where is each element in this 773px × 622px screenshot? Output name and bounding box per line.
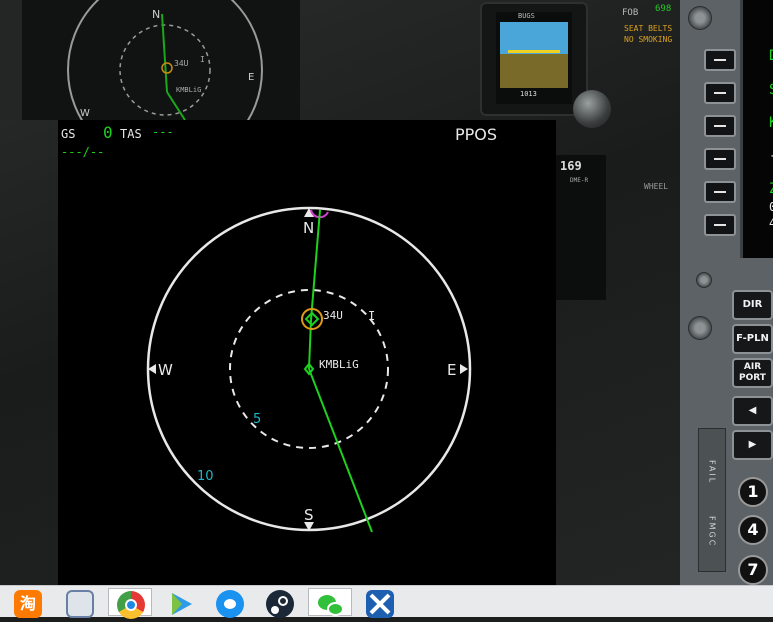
east-label: E <box>447 361 456 379</box>
navigation-display: GS 0 TAS --- ---/-- PPOS N S E W 5 10 34… <box>58 120 556 585</box>
line-select-key-6[interactable] <box>704 214 736 236</box>
ground-area <box>500 54 568 88</box>
line-select-key-1[interactable] <box>704 49 736 71</box>
east-marker <box>460 364 468 374</box>
wheel-label: WHEEL <box>644 182 669 191</box>
airport-label: KMBLiG <box>319 358 359 371</box>
calculator-icon <box>66 590 94 618</box>
flight-path-segment-south <box>308 368 373 533</box>
pfd-top-label: BUGS <box>518 12 535 20</box>
mcdu-screw-top <box>688 6 712 30</box>
speed-tape: 169 DME-R <box>556 155 606 300</box>
mcdu-panel: D S K - Z 0 4 DIR F-PLN AIR PORT ◀ ▶ FAI… <box>680 0 773 585</box>
arrow-down-icon: ▶ <box>748 439 757 450</box>
mcdu-line-5: Z <box>769 181 773 197</box>
mcdu-line-7: 4 <box>769 216 773 230</box>
slew-up-key[interactable]: ◀ <box>732 396 773 426</box>
line-select-key-5[interactable] <box>704 181 736 203</box>
line-select-key-4[interactable] <box>704 148 736 170</box>
waypoint-label: 34U <box>323 309 343 322</box>
taskbar-app-steam[interactable] <box>258 588 302 618</box>
standby-attitude-instrument: BUGS 1013 <box>480 2 588 116</box>
taskbar-app-chrome[interactable] <box>108 588 152 619</box>
mcdu-line-4: - <box>769 148 773 164</box>
speed-tape-top-value: 169 <box>560 159 582 173</box>
inner-range-label: 5 <box>253 412 261 427</box>
mcdu-line-1: D <box>769 48 773 64</box>
south-label: S <box>304 506 314 524</box>
mcdu-screw-small <box>696 272 712 288</box>
wechat-icon <box>317 591 345 619</box>
seatbelt-line1: SEAT BELTS <box>624 24 673 33</box>
background-navigation-display: N E W 34U I KMBLiG <box>0 0 300 120</box>
fob-label: FOB <box>622 8 639 18</box>
west-label: W <box>158 361 173 379</box>
line-select-key-3[interactable] <box>704 115 736 137</box>
arrow-up-icon: ◀ <box>748 405 757 416</box>
number-key-7[interactable]: 7 <box>738 555 768 585</box>
bg-waypoint-tail: I <box>200 55 205 64</box>
north-label: N <box>303 219 314 237</box>
taskbar-app-wechat[interactable] <box>308 588 352 616</box>
bg-airport-label: KMBLiG <box>176 86 201 94</box>
taskbar-app-calculator[interactable] <box>58 588 102 618</box>
chrome-icon <box>117 591 145 619</box>
taobao-icon: 淘 <box>14 590 42 618</box>
fail-label: FAIL <box>707 459 717 485</box>
slew-down-key[interactable]: ▶ <box>732 430 773 460</box>
taskbar-app-xplane[interactable] <box>358 588 402 618</box>
pfd-baro-readout: 1013 <box>520 90 537 98</box>
mcdu-screw-mid <box>688 316 712 340</box>
taskbar: 淘 <box>0 585 773 619</box>
line-select-key-2[interactable] <box>704 82 736 104</box>
taskbar-app-video[interactable] <box>208 588 252 618</box>
seatbelt-line2: NO SMOKING <box>624 35 673 44</box>
pfd-knob[interactable] <box>573 90 611 128</box>
outer-range-label: 10 <box>197 469 214 484</box>
taskbar-app-media-player[interactable] <box>158 588 202 616</box>
fail-indicator-strip: FAIL FMGC <box>698 428 726 572</box>
flight-path-segment-mid <box>308 319 312 370</box>
mcdu-screen: D S K - Z 0 4 <box>740 0 773 258</box>
flight-plan-key[interactable]: F-PLN <box>732 324 773 354</box>
number-key-1[interactable]: 1 <box>738 477 768 507</box>
fmgc-label: FMGC <box>707 516 717 548</box>
attitude-bar <box>508 50 560 53</box>
bg-north-label: N <box>152 8 160 21</box>
steam-icon <box>266 590 294 618</box>
mcdu-line-6: 0 <box>769 200 773 214</box>
taskbar-app-taobao[interactable]: 淘 <box>6 588 50 618</box>
airport-key[interactable]: AIR PORT <box>732 358 773 388</box>
dir-key[interactable]: DIR <box>732 290 773 320</box>
number-key-4[interactable]: 4 <box>738 515 768 545</box>
xplane-icon <box>366 590 394 618</box>
compass-rose: N S E W 5 10 34U I KMBLiG <box>146 206 472 533</box>
media-player-icon <box>166 590 194 618</box>
bg-west-label: W <box>80 108 90 119</box>
standby-attitude-screen: BUGS 1013 <box>496 12 572 104</box>
fob-value: 698 <box>655 4 672 14</box>
mcdu-line-3: K <box>769 115 773 131</box>
bg-east-label: E <box>248 72 254 83</box>
dme-label: DME-R <box>570 177 589 184</box>
video-app-icon <box>216 590 244 618</box>
mcdu-line-2: S <box>769 82 773 98</box>
waypoint-tail-label: I <box>368 309 375 323</box>
bg-waypoint-label: 34U <box>174 59 189 68</box>
